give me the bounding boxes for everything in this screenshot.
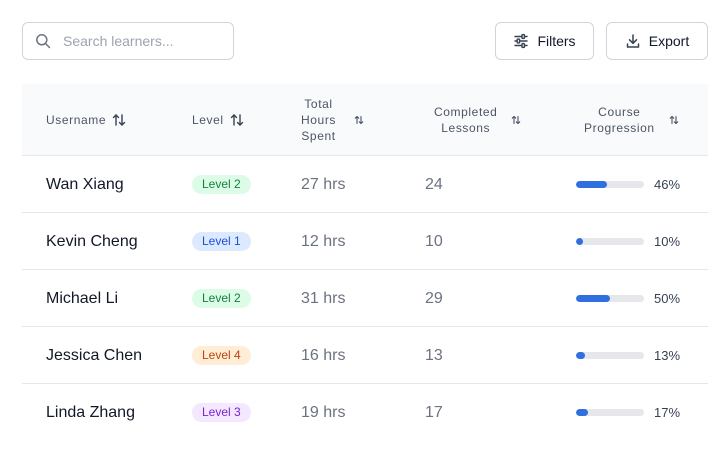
table-row[interactable]: Kevin Cheng Level 1 12 hrs 10 10% <box>22 213 708 270</box>
progress-cell: 17% <box>576 384 680 441</box>
header-lessons-label: Completed Lessons <box>434 104 497 136</box>
filters-label: Filters <box>537 33 576 49</box>
sort-hours-icon[interactable] <box>354 115 364 125</box>
username-cell: Jessica Chen <box>46 346 143 364</box>
lessons-cell: 29 <box>425 289 443 307</box>
progress-percent: 46% <box>654 177 681 192</box>
table-row[interactable]: Jessica Chen Level 4 16 hrs 13 13% <box>22 327 708 384</box>
level-cell: Level 2 <box>192 270 251 327</box>
progress-bar <box>576 409 644 416</box>
progress-fill <box>576 409 588 416</box>
sort-lessons-icon[interactable] <box>511 115 521 125</box>
search-icon <box>36 34 51 49</box>
export-button[interactable]: Export <box>606 22 708 60</box>
lessons-cell: 17 <box>425 403 443 421</box>
progress-percent: 13% <box>654 348 681 363</box>
sort-username-icon[interactable] <box>112 113 126 127</box>
header-hours-line-3: Spent <box>301 129 336 143</box>
level-cell: Level 3 <box>192 384 251 441</box>
header-progression-line-1: Course <box>598 105 641 119</box>
progress-fill <box>576 352 585 359</box>
progress-fill <box>576 238 583 245</box>
username-cell: Wan Xiang <box>46 175 124 193</box>
progress-cell: 10% <box>576 213 680 270</box>
header-hours-line-2: Hours <box>301 113 337 127</box>
table-row[interactable]: Michael Li Level 2 31 hrs 29 50% <box>22 270 708 327</box>
progress-bar <box>576 295 644 302</box>
level-badge: Level 3 <box>192 403 251 422</box>
progress-cell: 50% <box>576 270 680 327</box>
lessons-cell: 10 <box>425 232 443 250</box>
hours-cell: 19 hrs <box>301 403 346 421</box>
lessons-cell: 24 <box>425 175 443 193</box>
header-level: Level <box>192 84 244 156</box>
filters-button[interactable]: Filters <box>495 22 594 60</box>
level-badge: Level 4 <box>192 346 251 365</box>
progress-fill <box>576 295 610 302</box>
progress-bar <box>576 352 644 359</box>
learners-table: Username Level Total Hours Spent Complet… <box>22 84 708 441</box>
toolbar: Filters Export <box>0 0 722 84</box>
level-badge: Level 2 <box>192 175 251 194</box>
sort-progression-icon[interactable] <box>669 115 679 125</box>
download-icon <box>626 34 640 48</box>
header-level-label: Level <box>192 113 224 127</box>
progress-fill <box>576 181 608 188</box>
header-username: Username <box>46 84 126 156</box>
progress-cell: 46% <box>576 156 680 213</box>
header-lessons-line-2: Lessons <box>441 121 491 135</box>
header-progression-label: Course Progression <box>584 104 655 136</box>
header-lessons-line-1: Completed <box>434 105 498 119</box>
username-cell: Michael Li <box>46 289 119 307</box>
header-hours-label: Total Hours Spent <box>301 96 336 144</box>
table-row[interactable]: Linda Zhang Level 3 19 hrs 17 17% <box>22 384 708 441</box>
header-lessons: Completed Lessons <box>434 84 521 156</box>
search-box[interactable] <box>22 22 234 60</box>
progress-cell: 13% <box>576 327 680 384</box>
level-badge: Level 2 <box>192 289 251 308</box>
progress-bar <box>576 181 644 188</box>
export-label: Export <box>648 33 690 49</box>
level-cell: Level 4 <box>192 327 251 384</box>
hours-cell: 31 hrs <box>301 289 346 307</box>
table-row[interactable]: Wan Xiang Level 2 27 hrs 24 46% <box>22 156 708 213</box>
username-cell: Kevin Cheng <box>46 232 138 250</box>
hours-cell: 27 hrs <box>301 175 346 193</box>
lessons-cell: 13 <box>425 346 443 364</box>
header-progression-line-2: Progression <box>584 121 655 135</box>
progress-percent: 10% <box>654 234 681 249</box>
header-username-label: Username <box>46 113 107 127</box>
level-cell: Level 2 <box>192 156 251 213</box>
table-header: Username Level Total Hours Spent Complet… <box>22 84 708 156</box>
level-cell: Level 1 <box>192 213 251 270</box>
progress-percent: 50% <box>654 291 681 306</box>
header-hours-line-1: Total <box>304 97 333 111</box>
header-progression: Course Progression <box>584 84 679 156</box>
table-body: Wan Xiang Level 2 27 hrs 24 46% Kevin Ch… <box>22 156 708 441</box>
sort-level-icon[interactable] <box>230 113 244 127</box>
hours-cell: 12 hrs <box>301 232 346 250</box>
progress-bar <box>576 238 644 245</box>
level-badge: Level 1 <box>192 232 251 251</box>
username-cell: Linda Zhang <box>46 403 135 421</box>
progress-percent: 17% <box>654 405 681 420</box>
sliders-icon <box>514 33 529 49</box>
hours-cell: 16 hrs <box>301 346 346 364</box>
header-hours: Total Hours Spent <box>301 84 364 156</box>
search-input[interactable] <box>63 33 213 49</box>
